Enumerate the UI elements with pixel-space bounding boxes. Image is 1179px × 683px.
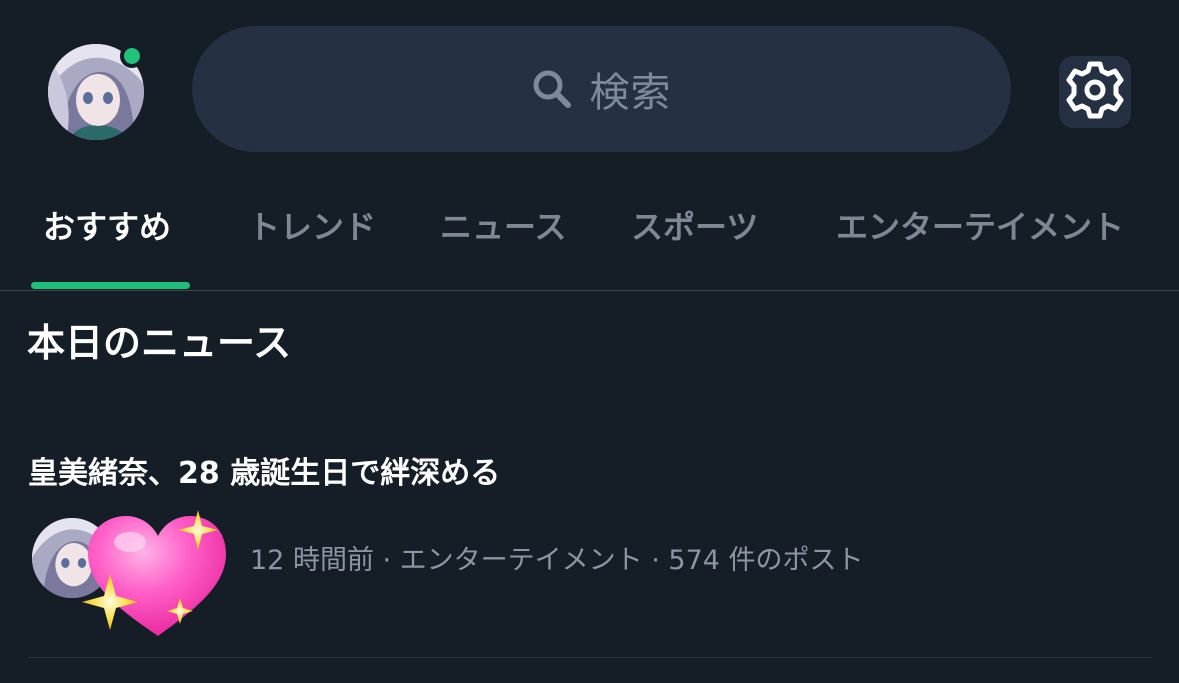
tab-news[interactable]: ニュース xyxy=(440,202,566,248)
tab-recommended[interactable]: おすすめ xyxy=(43,202,171,248)
category-tabs: おすすめ トレンド ニュース スポーツ エンターテイメント xyxy=(0,190,1179,290)
tab-sports[interactable]: スポーツ xyxy=(631,202,758,248)
news-headline[interactable]: 皇美緒奈、28 歳誕生日で絆深める xyxy=(28,448,500,492)
search-bar[interactable]: 検索 xyxy=(192,26,1011,152)
tab-trending[interactable]: トレンド xyxy=(248,202,376,248)
gear-icon xyxy=(1063,58,1127,126)
search-placeholder: 検索 xyxy=(589,70,672,116)
news-meta: 12 時間前 · エンターテイメント · 574 件のポスト xyxy=(250,545,864,576)
sparkling-heart-icon xyxy=(80,510,228,640)
news-item[interactable]: 皇美緒奈、28 歳誕生日で絆深める 12 時間前 · エンターテイメント · 5… xyxy=(0,430,1179,658)
settings-button[interactable] xyxy=(1059,56,1131,128)
explore-page: 検索 おすすめ トレンド ニュース スポーツ エンターテイメント 本日のニュース… xyxy=(0,0,1179,683)
tab-entertainment[interactable]: エンターテイメント xyxy=(836,202,1124,248)
active-tab-indicator xyxy=(31,282,190,289)
tabs-divider xyxy=(0,290,1179,291)
search-icon xyxy=(532,69,572,109)
list-divider xyxy=(28,657,1152,658)
online-status-dot xyxy=(120,44,144,68)
section-title: 本日のニュース xyxy=(27,321,292,365)
